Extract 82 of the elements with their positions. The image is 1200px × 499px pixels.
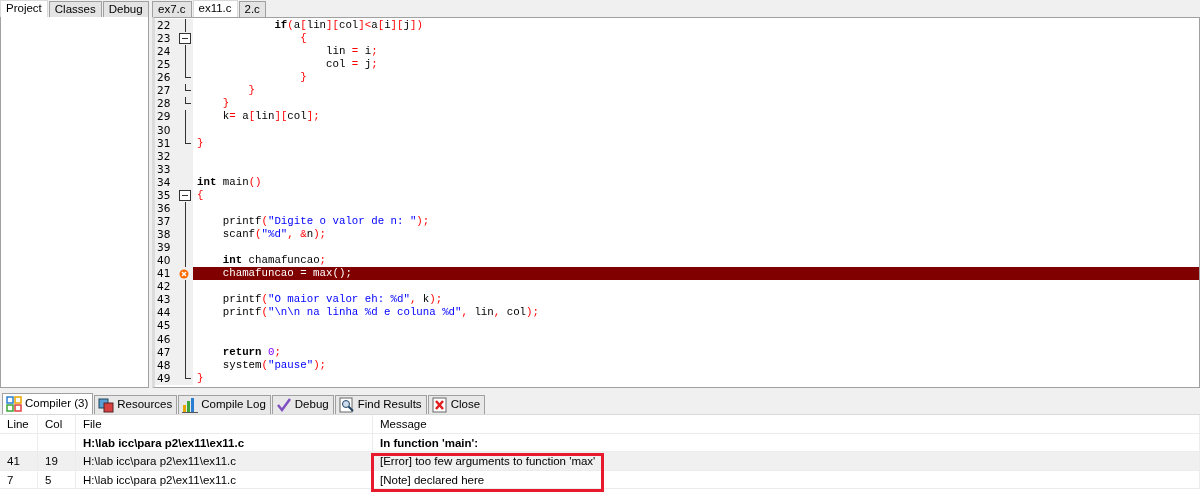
table-cell: H:\lab icc\para p2\ex11\ex11.c bbox=[83, 473, 236, 486]
line-number: 30 bbox=[157, 123, 171, 136]
line-number: 34 bbox=[157, 175, 171, 188]
code-line: } bbox=[197, 136, 204, 149]
line-number: 39 bbox=[157, 241, 171, 254]
table-cell: 7 bbox=[7, 473, 14, 486]
code-line: } bbox=[299, 71, 307, 84]
table-cell: H:\lab icc\para p2\ex11\ex11.c bbox=[83, 455, 236, 467]
line-number: 25 bbox=[157, 58, 171, 71]
column-header[interactable]: File bbox=[83, 418, 102, 430]
line-number: 22 bbox=[157, 19, 171, 31]
line-number: 43 bbox=[157, 293, 171, 306]
code-line: { bbox=[299, 32, 307, 45]
line-number: 45 bbox=[157, 319, 171, 332]
tab[interactable]: ex11.c bbox=[192, 0, 238, 17]
line-number: 33 bbox=[157, 162, 171, 175]
line-number: 48 bbox=[157, 358, 171, 371]
code-line: lin = i; bbox=[325, 45, 378, 58]
code-line: int chamafuncao; bbox=[221, 254, 327, 267]
panel-tab[interactable]: Compile Log bbox=[178, 395, 271, 414]
code-line: col = j; bbox=[325, 58, 378, 71]
table-cell: [Error] too few arguments to function 'max' bbox=[380, 455, 596, 467]
code-line: printf("O maior valor eh: %d", k); bbox=[221, 293, 443, 306]
code-line: k= a[lin][col]; bbox=[221, 110, 320, 123]
line-number: 27 bbox=[157, 84, 171, 97]
table-row[interactable]: 7 5 H:\lab icc\para p2\ex11\ex11.c [Note] declared here bbox=[0, 470, 1200, 489]
table-cell: 5 bbox=[45, 473, 52, 486]
code-line: printf("\n\n na linha %d e coluna %d", lin, col); bbox=[221, 306, 539, 319]
table-row[interactable]: 41 19 H:\lab icc\para p2\ex11\ex11.c [Error] too few arguments to function 'max' bbox=[0, 452, 1200, 471]
line-number: 36 bbox=[157, 201, 171, 214]
code-line: return 0; bbox=[221, 345, 281, 358]
panel-tab[interactable]: Close bbox=[427, 395, 486, 414]
column-header[interactable]: Message bbox=[380, 418, 427, 430]
checkmark-icon bbox=[275, 397, 292, 413]
line-number: 26 bbox=[157, 71, 171, 84]
code-line: } bbox=[197, 371, 204, 384]
panel-tab[interactable]: Compiler (3) bbox=[2, 393, 94, 414]
line-number: 35 bbox=[157, 188, 171, 201]
tab[interactable]: 2.c bbox=[238, 1, 266, 17]
line-number: 41 bbox=[157, 267, 171, 280]
table-cell: H:\lab icc\para p2\ex11\ex11.c bbox=[83, 436, 245, 449]
panel-tab[interactable]: Debug bbox=[271, 395, 334, 414]
collapse-icon[interactable] bbox=[179, 189, 191, 201]
line-number: 38 bbox=[157, 228, 171, 240]
tab[interactable]: Project bbox=[0, 0, 48, 17]
line-number: 44 bbox=[157, 306, 171, 319]
line-number: 37 bbox=[157, 214, 171, 227]
line-number: 40 bbox=[157, 254, 171, 267]
line-number: 49 bbox=[157, 371, 171, 384]
code-line: { bbox=[197, 188, 204, 201]
code-line: system("pause"); bbox=[221, 358, 327, 371]
code-line: int main() bbox=[197, 175, 262, 188]
table-cell: 41 bbox=[7, 455, 20, 467]
code-line: } bbox=[247, 84, 256, 97]
line-number: 24 bbox=[157, 45, 171, 58]
column-header[interactable]: Col bbox=[45, 418, 63, 430]
line-number: 29 bbox=[157, 110, 171, 123]
line-number: 28 bbox=[157, 97, 171, 110]
tab[interactable]: Classes bbox=[48, 1, 102, 17]
table-cell: [Note] declared here bbox=[380, 473, 485, 486]
code-line: printf("Digite o valor de n: "); bbox=[221, 214, 430, 227]
column-header[interactable]: Line bbox=[7, 418, 29, 430]
bar-chart-icon bbox=[182, 397, 199, 413]
tab[interactable]: ex7.c bbox=[152, 1, 192, 17]
grid-icon bbox=[6, 396, 22, 412]
line-number: 32 bbox=[157, 149, 171, 162]
layers-icon bbox=[98, 397, 115, 413]
table-cell: In function 'main': bbox=[380, 436, 479, 449]
line-number: 46 bbox=[157, 332, 171, 345]
table-cell: 19 bbox=[45, 455, 58, 467]
line-number: 42 bbox=[157, 280, 171, 293]
code-line: chamafuncao = max(); bbox=[221, 267, 352, 280]
code-line: if(a[lin][col]<a[i][j]) bbox=[273, 19, 423, 31]
line-number: 31 bbox=[157, 136, 171, 149]
panel-tab[interactable]: Resources bbox=[94, 395, 178, 414]
line-number: 23 bbox=[157, 32, 171, 45]
panel-tab[interactable]: Find Results bbox=[334, 395, 427, 414]
collapse-icon[interactable] bbox=[179, 33, 191, 45]
tab[interactable]: Debug bbox=[102, 1, 149, 17]
line-number: 47 bbox=[157, 345, 171, 358]
code-line: scanf("%d", &n); bbox=[221, 228, 327, 240]
code-line: } bbox=[221, 97, 230, 110]
